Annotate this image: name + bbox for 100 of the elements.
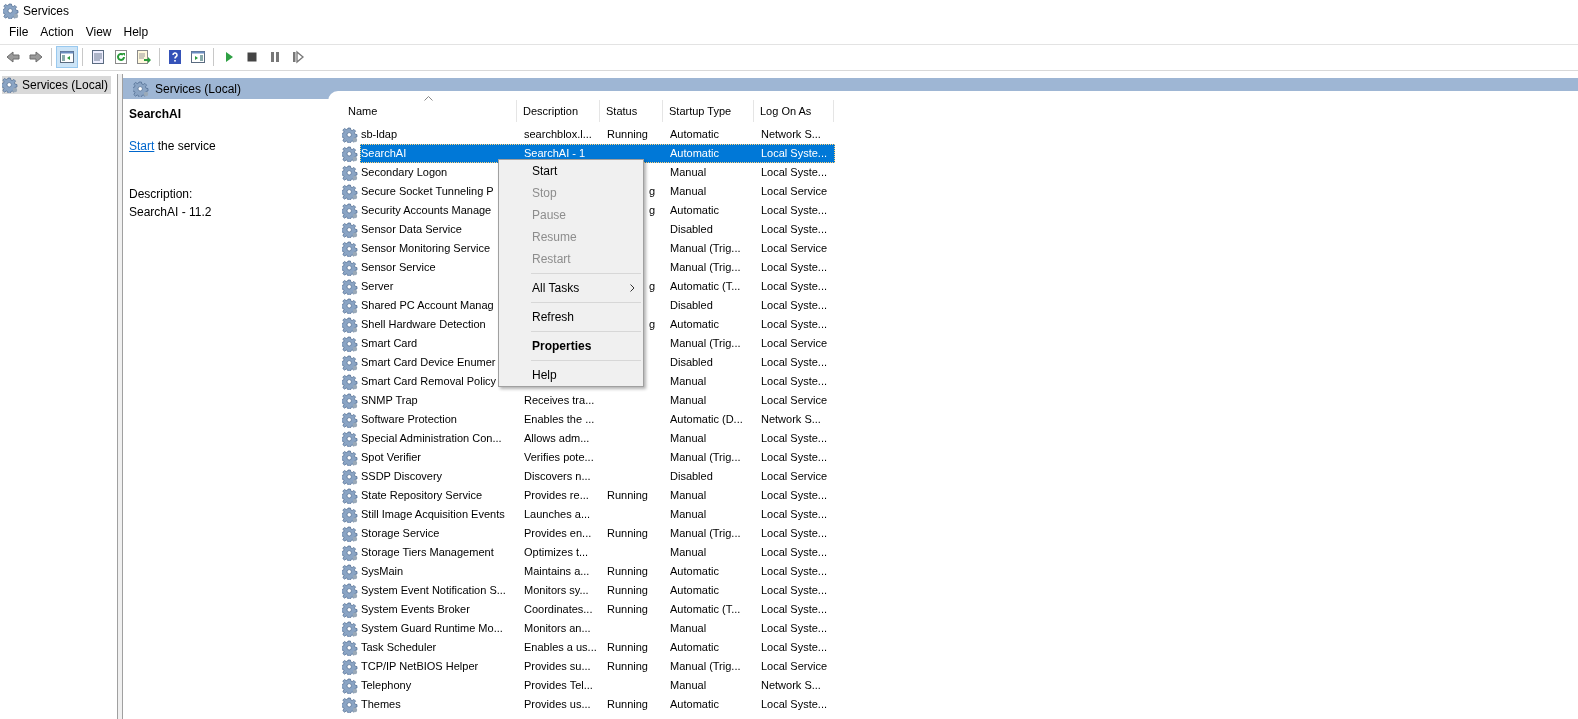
name-cell[interactable]: Smart Card Device Enumer [361,356,496,369]
log-on-as-cell: Local Syste... [761,489,828,502]
chevron-right-icon [630,284,635,292]
gear-icon [342,506,358,523]
log-on-as-cell: Local Syste... [761,603,828,616]
menu-item[interactable]: Refresh [499,306,643,328]
back-icon [5,49,21,65]
pane-title: Services (Local) [155,80,242,98]
name-cell[interactable]: Shared PC Account Manag [361,299,494,312]
startup-type-cell: Manual [670,432,707,445]
menu-item[interactable]: File [3,22,35,41]
column-header[interactable]: Status [600,100,663,122]
log-on-as-cell: Local Syste... [761,166,828,179]
name-cell[interactable]: Shell Hardware Detection [361,318,486,331]
name-cell[interactable]: TCP/IP NetBIOS Helper [361,660,479,673]
name-cell[interactable]: Storage Service [361,527,440,540]
column-header[interactable]: Startup Type [663,100,754,122]
startup-type-cell: Manual (Trig... [670,451,741,464]
name-cell[interactable]: Storage Tiers Management [361,546,494,559]
status-cell: Running [607,603,648,616]
name-cell[interactable]: Smart Card Removal Policy [361,375,497,388]
startup-type-cell: Disabled [670,299,713,312]
name-cell[interactable]: Security Accounts Manage [361,204,492,217]
name-cell[interactable]: Telephony [361,679,412,692]
menu-item[interactable]: View [79,22,118,41]
log-on-as-cell: Local Syste... [761,204,828,217]
menu-item[interactable]: Properties [499,335,643,357]
name-cell[interactable]: State Repository Service [361,489,483,502]
column-header[interactable]: Description [517,100,600,122]
gear-icon [342,221,358,238]
menu-item[interactable]: Start [499,160,643,182]
pane-icon [190,49,206,65]
description-cell: Enables a us... [524,641,597,654]
pane-button[interactable] [56,46,78,68]
name-cell[interactable]: Sensor Monitoring Service [361,242,490,255]
startup-type-cell: Manual (Trig... [670,527,741,540]
log-on-as-cell: Local Service [761,337,828,350]
description-label: Description: [129,186,194,203]
gear-icon [133,80,149,97]
log-on-as-cell: Local Syste... [761,223,828,236]
gear-icon [342,126,358,143]
description-cell: Provides us... [524,698,591,711]
column-header[interactable]: Log On As [754,100,834,122]
name-cell[interactable]: Server [361,280,394,293]
name-cell[interactable]: Secondary Logon [361,166,448,179]
name-cell[interactable]: System Event Notification S... [361,584,506,597]
name-cell[interactable]: Software Protection [361,413,457,426]
startup-type-cell: Automatic [670,698,719,711]
start-link[interactable]: Start [129,139,155,153]
name-cell[interactable]: Special Administration Con... [361,432,502,445]
menu-item[interactable]: Help [499,364,643,386]
gear-icon [342,183,358,200]
description-cell: Provides re... [524,489,589,502]
status-cell: Running [607,584,648,597]
description-cell: Coordinates... [524,603,593,616]
name-cell[interactable]: SearchAI [361,147,407,160]
name-cell[interactable]: Spot Verifier [361,451,421,464]
name-cell[interactable]: Sensor Data Service [361,223,462,236]
startup-type-cell: Manual (Trig... [670,242,741,255]
log-on-as-cell: Local Syste... [761,698,828,711]
help-icon [167,49,183,65]
gear-icon [342,297,358,314]
name-cell[interactable]: Smart Card [361,337,418,350]
name-cell[interactable]: Sensor Service [361,261,436,274]
startup-type-cell: Automatic [670,128,719,141]
description-cell: Launches a... [524,508,591,521]
description-cell: Monitors an... [524,622,591,635]
menu-item[interactable]: Action [34,22,80,41]
name-cell[interactable]: SysMain [361,565,404,578]
name-cell[interactable]: sb-ldap [361,128,398,141]
name-cell[interactable]: System Events Broker [361,603,470,616]
startup-type-cell: Manual [670,185,707,198]
tree-item[interactable]: Services (Local) [2,76,112,94]
gear-icon [342,145,358,162]
gear-icon [342,563,358,580]
log-on-as-cell: Local Syste... [761,451,828,464]
log-on-as-cell: Local Syste... [761,508,828,521]
name-cell[interactable]: Task Scheduler [361,641,437,654]
description-cell: searchblox.l... [524,128,592,141]
startup-type-cell: Automatic [670,584,719,597]
gear-icon [342,354,358,371]
menu-item[interactable]: All Tasks [499,277,643,299]
name-cell[interactable]: Secure Socket Tunneling P [361,185,494,198]
log-on-as-cell: Local Syste... [761,299,828,312]
name-cell[interactable]: Themes [361,698,401,711]
gear-icon [2,77,18,93]
log-on-as-cell: Local Syste... [761,432,828,445]
gear-icon [342,487,358,504]
name-cell[interactable]: Still Image Acquisition Events [361,508,505,521]
forward-icon [28,49,44,65]
startup-type-cell: Manual [670,375,707,388]
column-header[interactable]: Name [342,100,517,122]
menu-item[interactable]: Help [117,22,155,41]
name-cell[interactable]: SNMP Trap [361,394,418,407]
name-cell[interactable]: SSDP Discovery [361,470,443,483]
description-text: SearchAI - 11.2 [129,204,213,221]
log-on-as-cell: Local Syste... [761,565,828,578]
name-cell[interactable]: System Guard Runtime Mo... [361,622,503,635]
log-on-as-cell: Local Syste... [761,261,828,274]
export-icon [136,49,152,65]
